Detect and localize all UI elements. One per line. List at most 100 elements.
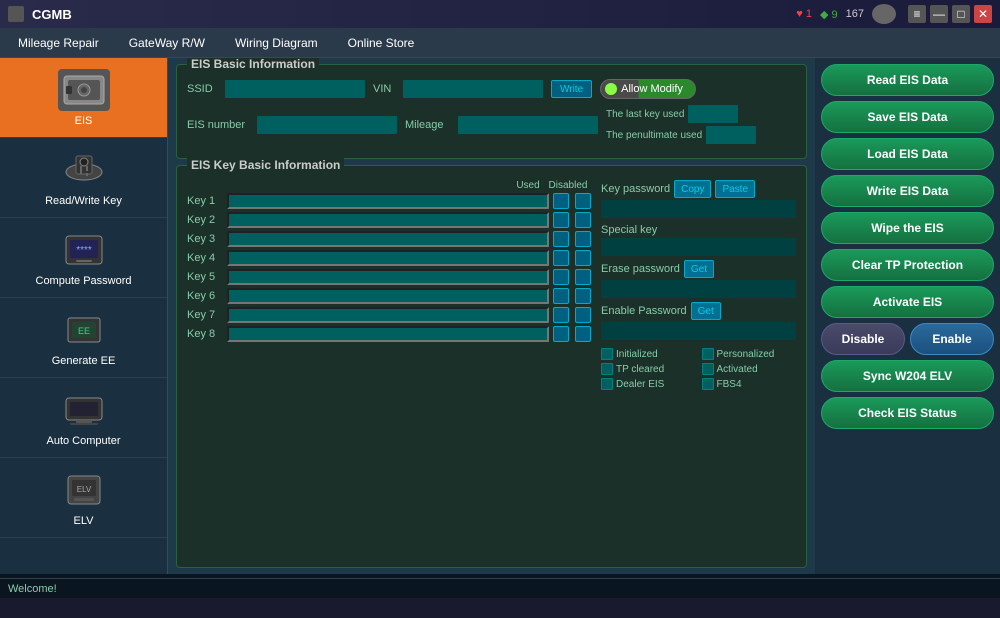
personalized-label: Personalized: [717, 349, 775, 360]
title-bar: CGMB ♥ 1 ◆ 9 167 ≡ — □ ✕: [0, 0, 1000, 28]
used-checkbox-2[interactable]: [553, 212, 569, 228]
used-checkbox-1[interactable]: [553, 193, 569, 209]
get-enable-button[interactable]: Get: [691, 302, 721, 320]
check-status-button[interactable]: Check EIS Status: [821, 397, 994, 429]
ssid-label: SSID: [187, 83, 217, 95]
disabled-checkbox-7[interactable]: [575, 307, 591, 323]
used-checkbox-6[interactable]: [553, 288, 569, 304]
disabled-checkbox-3[interactable]: [575, 231, 591, 247]
disable-button[interactable]: Disable: [821, 323, 905, 355]
svg-text:ELV: ELV: [76, 485, 91, 494]
sidebar-item-generateee[interactable]: EE Generate EE: [0, 298, 167, 378]
close-button[interactable]: ✕: [974, 5, 992, 23]
vin-input[interactable]: [403, 80, 543, 98]
disabled-checkbox-5[interactable]: [575, 269, 591, 285]
eis-basic-title: EIS Basic Information: [187, 58, 319, 71]
sidebar-item-compute[interactable]: **** Compute Password: [0, 218, 167, 298]
sidebar-item-readwrite[interactable]: Read/Write Key: [0, 138, 167, 218]
initialized-checkbox[interactable]: [601, 348, 613, 360]
key-bar-5[interactable]: [227, 269, 549, 285]
maximize-button[interactable]: □: [952, 5, 970, 23]
eis-key-title: EIS Key Basic Information: [187, 158, 344, 172]
last-key-input[interactable]: [688, 105, 738, 123]
title-bar-left: CGMB: [8, 6, 72, 22]
eis-key-panel: EIS Key Basic Information Used Disabled …: [176, 165, 807, 568]
key-bar-8[interactable]: [227, 326, 549, 342]
title-bar-right: ♥ 1 ◆ 9 167 ≡ — □ ✕: [796, 4, 992, 24]
key-bar-3[interactable]: [227, 231, 549, 247]
copy-button[interactable]: Copy: [674, 180, 711, 198]
write-button[interactable]: Write: [551, 80, 592, 98]
dealer-eis-checkbox[interactable]: [601, 378, 613, 390]
penultimate-input[interactable]: [706, 126, 756, 144]
key-row-1: Key 1: [187, 193, 593, 209]
fbs4-label: FBS4: [717, 379, 742, 390]
disabled-checkbox-2[interactable]: [575, 212, 591, 228]
key-bar-6[interactable]: [227, 288, 549, 304]
save-eis-button[interactable]: Save EIS Data: [821, 101, 994, 133]
mileage-input[interactable]: [458, 116, 598, 134]
key-label-4: Key 4: [187, 252, 223, 264]
activate-eis-button[interactable]: Activate EIS: [821, 286, 994, 318]
used-checkbox-7[interactable]: [553, 307, 569, 323]
paste-button[interactable]: Paste: [715, 180, 755, 198]
menu-button[interactable]: ≡: [908, 5, 926, 23]
key-bar-2[interactable]: [227, 212, 549, 228]
disabled-col-label: Disabled: [543, 180, 593, 191]
disabled-checkbox-4[interactable]: [575, 250, 591, 266]
tp-cleared-checkbox[interactable]: [601, 363, 613, 375]
key-row-2: Key 2: [187, 212, 593, 228]
sidebar-item-eis[interactable]: EIS: [0, 58, 167, 138]
wipe-eis-button[interactable]: Wipe the EIS: [821, 212, 994, 244]
eis-basic-panel: EIS Basic Information SSID VIN Write All…: [176, 64, 807, 159]
sidebar-label-compute: Compute Password: [36, 275, 132, 287]
key-bar-7[interactable]: [227, 307, 549, 323]
generateee-icon: EE: [58, 309, 110, 351]
used-checkbox-3[interactable]: [553, 231, 569, 247]
enable-button[interactable]: Enable: [910, 323, 994, 355]
status-dealer-eis: Dealer EIS: [601, 378, 696, 390]
personalized-checkbox[interactable]: [702, 348, 714, 360]
clear-tp-button[interactable]: Clear TP Protection: [821, 249, 994, 281]
key-row-4: Key 4: [187, 250, 593, 266]
disabled-check-2: [575, 212, 593, 228]
disabled-checkbox-1[interactable]: [575, 193, 591, 209]
menu-wiring[interactable]: Wiring Diagram: [221, 32, 332, 54]
special-key-input[interactable]: [601, 238, 796, 256]
vin-label: VIN: [373, 83, 395, 95]
read-eis-button[interactable]: Read EIS Data: [821, 64, 994, 96]
key-password-input[interactable]: [601, 200, 796, 218]
used-checkbox-8[interactable]: [553, 326, 569, 342]
heart-count: ♥ 1: [796, 8, 812, 20]
load-eis-button[interactable]: Load EIS Data: [821, 138, 994, 170]
ssid-input[interactable]: [225, 80, 365, 98]
key-bar-1[interactable]: [227, 193, 549, 209]
key-bar-4[interactable]: [227, 250, 549, 266]
allow-modify-label: Allow Modify: [621, 83, 683, 95]
menu-online-store[interactable]: Online Store: [334, 32, 429, 54]
get-erase-button[interactable]: Get: [684, 260, 714, 278]
sidebar-item-elv[interactable]: ELV ELV: [0, 458, 167, 538]
eis-number-input[interactable]: [257, 116, 397, 134]
enable-password-section: Enable Password Get: [601, 302, 796, 340]
erase-password-input[interactable]: [601, 280, 796, 298]
tp-cleared-label: TP cleared: [616, 364, 664, 375]
sync-w204-button[interactable]: Sync W204 ELV: [821, 360, 994, 392]
disabled-checkbox-6[interactable]: [575, 288, 591, 304]
enable-password-input[interactable]: [601, 322, 796, 340]
used-checkbox-4[interactable]: [553, 250, 569, 266]
key-table-header: Used Disabled: [187, 180, 593, 191]
sidebar-item-autocomputer[interactable]: Auto Computer: [0, 378, 167, 458]
activated-checkbox[interactable]: [702, 363, 714, 375]
menu-gateway[interactable]: GateWay R/W: [115, 32, 219, 54]
used-checkbox-5[interactable]: [553, 269, 569, 285]
fbs4-checkbox[interactable]: [702, 378, 714, 390]
disabled-check-5: [575, 269, 593, 285]
disabled-checkbox-8[interactable]: [575, 326, 591, 342]
used-check-3: [553, 231, 571, 247]
menu-mileage-repair[interactable]: Mileage Repair: [4, 32, 113, 54]
minimize-button[interactable]: —: [930, 5, 948, 23]
allow-modify-button[interactable]: Allow Modify: [600, 79, 696, 99]
key-label-1: Key 1: [187, 195, 223, 207]
write-eis-button[interactable]: Write EIS Data: [821, 175, 994, 207]
